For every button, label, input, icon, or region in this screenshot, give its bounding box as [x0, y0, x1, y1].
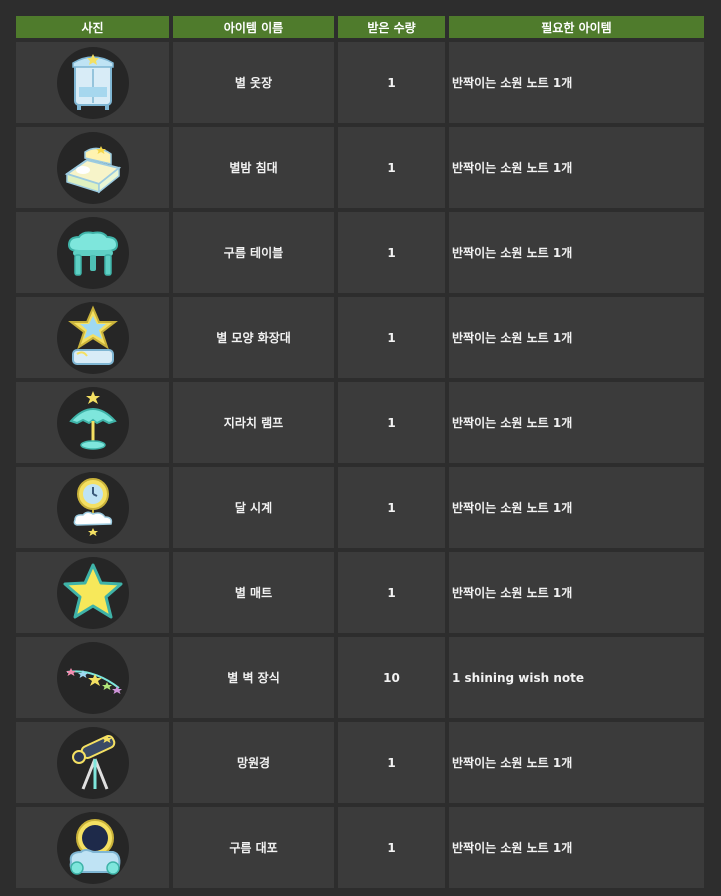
- table-row: 별 모양 화장대 1 반짝이는 소원 노트 1개: [16, 297, 704, 378]
- item-name: 별 모양 화장대: [173, 297, 334, 378]
- item-quantity: 1: [338, 297, 445, 378]
- star-mat-icon: [56, 556, 129, 629]
- photo-cell: [16, 297, 169, 378]
- table-row: 망원경 1 반짝이는 소원 노트 1개: [16, 722, 704, 803]
- item-quantity: 1: [338, 212, 445, 293]
- photo-cell: [16, 722, 169, 803]
- star-vanity-icon: [56, 301, 129, 374]
- item-name: 구름 대포: [173, 807, 334, 888]
- item-requirement: 반짝이는 소원 노트 1개: [449, 382, 704, 463]
- item-requirement: 반짝이는 소원 노트 1개: [449, 42, 704, 123]
- header-required-item: 필요한 아이템: [449, 16, 704, 38]
- item-requirement: 반짝이는 소원 노트 1개: [449, 127, 704, 208]
- item-quantity: 1: [338, 42, 445, 123]
- table-row: 지라치 램프 1 반짝이는 소원 노트 1개: [16, 382, 704, 463]
- jellyfish-lamp-icon: [56, 386, 129, 459]
- photo-cell: [16, 127, 169, 208]
- photo-cell: [16, 552, 169, 633]
- table-row: 구름 대포 1 반짝이는 소원 노트 1개: [16, 807, 704, 888]
- table-row: 별밤 침대 1 반짝이는 소원 노트 1개: [16, 127, 704, 208]
- item-quantity: 1: [338, 467, 445, 548]
- item-requirement: 반짝이는 소원 노트 1개: [449, 467, 704, 548]
- item-quantity: 1: [338, 382, 445, 463]
- item-name: 별 매트: [173, 552, 334, 633]
- photo-cell: [16, 382, 169, 463]
- header-item-name: 아이템 이름: [173, 16, 334, 38]
- item-name: 별 벽 장식: [173, 637, 334, 718]
- item-requirement: 반짝이는 소원 노트 1개: [449, 722, 704, 803]
- item-table-container: 사진 아이템 이름 받은 수량 필요한 아이템 별 옷장 1 반짝이는 소원 노…: [16, 16, 704, 892]
- item-quantity: 1: [338, 807, 445, 888]
- star-wall-decoration-icon: [56, 641, 129, 714]
- item-requirement: 반짝이는 소원 노트 1개: [449, 212, 704, 293]
- photo-cell: [16, 637, 169, 718]
- item-quantity: 1: [338, 127, 445, 208]
- item-requirement: 반짝이는 소원 노트 1개: [449, 807, 704, 888]
- table-row: 별 옷장 1 반짝이는 소원 노트 1개: [16, 42, 704, 123]
- starry-night-bed-icon: [56, 131, 129, 204]
- item-name: 구름 테이블: [173, 212, 334, 293]
- item-name: 망원경: [173, 722, 334, 803]
- item-name: 지라치 램프: [173, 382, 334, 463]
- item-name: 별 옷장: [173, 42, 334, 123]
- cloud-table-icon: [56, 216, 129, 289]
- item-quantity: 10: [338, 637, 445, 718]
- item-quantity: 1: [338, 552, 445, 633]
- moon-clock-icon: [56, 471, 129, 544]
- item-requirement: 반짝이는 소원 노트 1개: [449, 552, 704, 633]
- photo-cell: [16, 807, 169, 888]
- table-row: 별 벽 장식 10 1 shining wish note: [16, 637, 704, 718]
- item-table: 사진 아이템 이름 받은 수량 필요한 아이템 별 옷장 1 반짝이는 소원 노…: [12, 12, 708, 892]
- item-name: 달 시계: [173, 467, 334, 548]
- photo-cell: [16, 212, 169, 293]
- telescope-icon: [56, 726, 129, 799]
- header-quantity: 받은 수량: [338, 16, 445, 38]
- star-wardrobe-icon: [56, 46, 129, 119]
- table-row: 구름 테이블 1 반짝이는 소원 노트 1개: [16, 212, 704, 293]
- table-row: 별 매트 1 반짝이는 소원 노트 1개: [16, 552, 704, 633]
- photo-cell: [16, 467, 169, 548]
- item-requirement: 반짝이는 소원 노트 1개: [449, 297, 704, 378]
- item-requirement: 1 shining wish note: [449, 637, 704, 718]
- table-header-row: 사진 아이템 이름 받은 수량 필요한 아이템: [16, 16, 704, 38]
- table-row: 달 시계 1 반짝이는 소원 노트 1개: [16, 467, 704, 548]
- item-quantity: 1: [338, 722, 445, 803]
- item-name: 별밤 침대: [173, 127, 334, 208]
- header-photo: 사진: [16, 16, 169, 38]
- photo-cell: [16, 42, 169, 123]
- cloud-cannon-icon: [56, 811, 129, 884]
